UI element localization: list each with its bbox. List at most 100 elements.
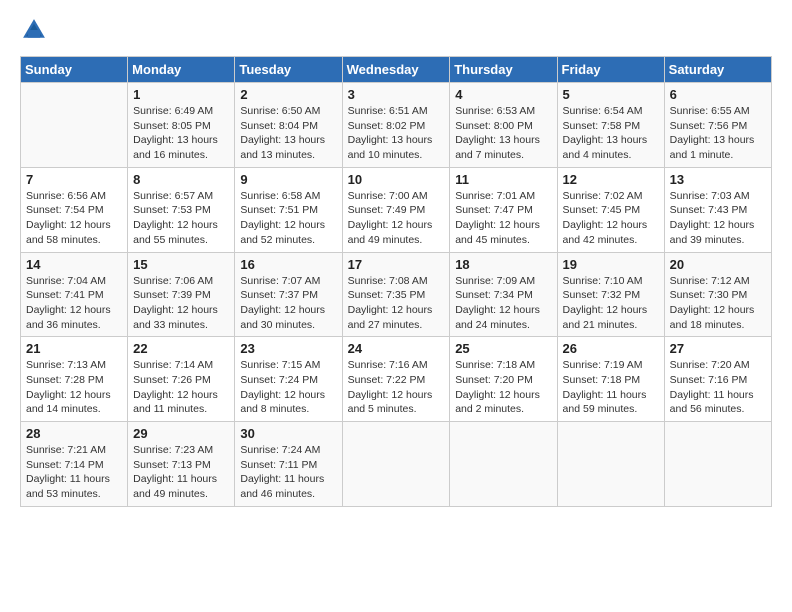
day-number: 24 <box>348 341 445 356</box>
day-number: 26 <box>563 341 659 356</box>
weekday-sunday: Sunday <box>21 57 128 83</box>
day-number: 5 <box>563 87 659 102</box>
week-row-4: 21 Sunrise: 7:13 AMSunset: 7:28 PMDayligh… <box>21 337 772 422</box>
day-info: Sunrise: 7:10 AMSunset: 7:32 PMDaylight:… <box>563 274 659 333</box>
day-number: 7 <box>26 172 122 187</box>
day-info: Sunrise: 7:08 AMSunset: 7:35 PMDaylight:… <box>348 274 445 333</box>
weekday-monday: Monday <box>128 57 235 83</box>
day-number: 13 <box>670 172 766 187</box>
day-info: Sunrise: 7:21 AMSunset: 7:14 PMDaylight:… <box>26 443 122 502</box>
weekday-thursday: Thursday <box>450 57 557 83</box>
day-cell <box>21 83 128 168</box>
day-cell: 6 Sunrise: 6:55 AMSunset: 7:56 PMDaylight… <box>664 83 771 168</box>
day-number: 18 <box>455 257 551 272</box>
day-cell: 20 Sunrise: 7:12 AMSunset: 7:30 PMDayligh… <box>664 252 771 337</box>
day-info: Sunrise: 7:12 AMSunset: 7:30 PMDaylight:… <box>670 274 766 333</box>
day-cell: 13 Sunrise: 7:03 AMSunset: 7:43 PMDayligh… <box>664 167 771 252</box>
day-number: 2 <box>240 87 336 102</box>
weekday-saturday: Saturday <box>664 57 771 83</box>
day-info: Sunrise: 7:14 AMSunset: 7:26 PMDaylight:… <box>133 358 229 417</box>
week-row-2: 7Sunrise: 6:56 AMSunset: 7:54 PMDaylight… <box>21 167 772 252</box>
day-cell: 19 Sunrise: 7:10 AMSunset: 7:32 PMDayligh… <box>557 252 664 337</box>
day-cell: 8Sunrise: 6:57 AMSunset: 7:53 PMDaylight… <box>128 167 235 252</box>
day-number: 20 <box>670 257 766 272</box>
week-row-1: 1Sunrise: 6:49 AMSunset: 8:05 PMDaylight… <box>21 83 772 168</box>
day-cell <box>342 422 450 507</box>
day-cell: 14 Sunrise: 7:04 AMSunset: 7:41 PMDayligh… <box>21 252 128 337</box>
day-cell <box>557 422 664 507</box>
day-info: Sunrise: 7:24 AMSunset: 7:11 PMDaylight:… <box>240 443 336 502</box>
day-info: Sunrise: 7:09 AMSunset: 7:34 PMDaylight:… <box>455 274 551 333</box>
day-info: Sunrise: 6:50 AMSunset: 8:04 PMDaylight:… <box>240 104 336 163</box>
day-number: 25 <box>455 341 551 356</box>
day-cell: 23Sunrise: 7:15 AMSunset: 7:24 PMDayligh… <box>235 337 342 422</box>
day-cell: 11 Sunrise: 7:01 AMSunset: 7:47 PMDayligh… <box>450 167 557 252</box>
day-number: 9 <box>240 172 336 187</box>
day-number: 11 <box>455 172 551 187</box>
day-info: Sunrise: 7:23 AMSunset: 7:13 PMDaylight:… <box>133 443 229 502</box>
day-info: Sunrise: 6:57 AMSunset: 7:53 PMDaylight:… <box>133 189 229 248</box>
day-cell: 2 Sunrise: 6:50 AMSunset: 8:04 PMDaylight… <box>235 83 342 168</box>
day-info: Sunrise: 7:07 AMSunset: 7:37 PMDaylight:… <box>240 274 336 333</box>
day-cell: 9 Sunrise: 6:58 AMSunset: 7:51 PMDaylight… <box>235 167 342 252</box>
day-cell: 18 Sunrise: 7:09 AMSunset: 7:34 PMDayligh… <box>450 252 557 337</box>
day-info: Sunrise: 6:54 AMSunset: 7:58 PMDaylight:… <box>563 104 659 163</box>
day-cell: 15 Sunrise: 7:06 AMSunset: 7:39 PMDayligh… <box>128 252 235 337</box>
day-cell: 21 Sunrise: 7:13 AMSunset: 7:28 PMDayligh… <box>21 337 128 422</box>
day-cell: 4 Sunrise: 6:53 AMSunset: 8:00 PMDaylight… <box>450 83 557 168</box>
day-number: 12 <box>563 172 659 187</box>
day-cell: 12Sunrise: 7:02 AMSunset: 7:45 PMDayligh… <box>557 167 664 252</box>
day-number: 30 <box>240 426 336 441</box>
page: SundayMondayTuesdayWednesdayThursdayFrid… <box>0 0 792 517</box>
day-number: 14 <box>26 257 122 272</box>
day-number: 3 <box>348 87 445 102</box>
day-number: 1 <box>133 87 229 102</box>
day-info: Sunrise: 7:16 AMSunset: 7:22 PMDaylight:… <box>348 358 445 417</box>
day-cell: 30 Sunrise: 7:24 AMSunset: 7:11 PMDayligh… <box>235 422 342 507</box>
day-cell: 3 Sunrise: 6:51 AMSunset: 8:02 PMDaylight… <box>342 83 450 168</box>
day-number: 21 <box>26 341 122 356</box>
day-number: 6 <box>670 87 766 102</box>
day-info: Sunrise: 7:04 AMSunset: 7:41 PMDaylight:… <box>26 274 122 333</box>
day-cell: 28 Sunrise: 7:21 AMSunset: 7:14 PMDayligh… <box>21 422 128 507</box>
day-number: 17 <box>348 257 445 272</box>
weekday-tuesday: Tuesday <box>235 57 342 83</box>
day-number: 22 <box>133 341 229 356</box>
day-number: 28 <box>26 426 122 441</box>
day-info: Sunrise: 7:01 AMSunset: 7:47 PMDaylight:… <box>455 189 551 248</box>
day-cell: 5 Sunrise: 6:54 AMSunset: 7:58 PMDaylight… <box>557 83 664 168</box>
logo-icon <box>20 16 48 44</box>
header <box>20 16 772 44</box>
day-number: 19 <box>563 257 659 272</box>
day-cell: 7Sunrise: 6:56 AMSunset: 7:54 PMDaylight… <box>21 167 128 252</box>
day-number: 23 <box>240 341 336 356</box>
day-info: Sunrise: 7:13 AMSunset: 7:28 PMDaylight:… <box>26 358 122 417</box>
day-info: Sunrise: 7:18 AMSunset: 7:20 PMDaylight:… <box>455 358 551 417</box>
day-cell: 26 Sunrise: 7:19 AMSunset: 7:18 PMDayligh… <box>557 337 664 422</box>
day-number: 27 <box>670 341 766 356</box>
day-cell: 17 Sunrise: 7:08 AMSunset: 7:35 PMDayligh… <box>342 252 450 337</box>
day-info: Sunrise: 6:55 AMSunset: 7:56 PMDaylight:… <box>670 104 766 163</box>
day-cell: 22 Sunrise: 7:14 AMSunset: 7:26 PMDayligh… <box>128 337 235 422</box>
day-cell <box>664 422 771 507</box>
day-info: Sunrise: 7:20 AMSunset: 7:16 PMDaylight:… <box>670 358 766 417</box>
day-number: 16 <box>240 257 336 272</box>
day-number: 29 <box>133 426 229 441</box>
day-number: 4 <box>455 87 551 102</box>
day-cell: 1Sunrise: 6:49 AMSunset: 8:05 PMDaylight… <box>128 83 235 168</box>
day-info: Sunrise: 7:06 AMSunset: 7:39 PMDaylight:… <box>133 274 229 333</box>
day-info: Sunrise: 6:58 AMSunset: 7:51 PMDaylight:… <box>240 189 336 248</box>
day-cell: 25 Sunrise: 7:18 AMSunset: 7:20 PMDayligh… <box>450 337 557 422</box>
day-number: 15 <box>133 257 229 272</box>
week-row-5: 28 Sunrise: 7:21 AMSunset: 7:14 PMDayligh… <box>21 422 772 507</box>
day-info: Sunrise: 6:51 AMSunset: 8:02 PMDaylight:… <box>348 104 445 163</box>
day-info: Sunrise: 7:03 AMSunset: 7:43 PMDaylight:… <box>670 189 766 248</box>
day-cell: 27 Sunrise: 7:20 AMSunset: 7:16 PMDayligh… <box>664 337 771 422</box>
day-cell <box>450 422 557 507</box>
day-info: Sunrise: 7:19 AMSunset: 7:18 PMDaylight:… <box>563 358 659 417</box>
day-info: Sunrise: 6:53 AMSunset: 8:00 PMDaylight:… <box>455 104 551 163</box>
weekday-header-row: SundayMondayTuesdayWednesdayThursdayFrid… <box>21 57 772 83</box>
calendar-table: SundayMondayTuesdayWednesdayThursdayFrid… <box>20 56 772 507</box>
day-cell: 29 Sunrise: 7:23 AMSunset: 7:13 PMDayligh… <box>128 422 235 507</box>
day-info: Sunrise: 7:00 AMSunset: 7:49 PMDaylight:… <box>348 189 445 248</box>
